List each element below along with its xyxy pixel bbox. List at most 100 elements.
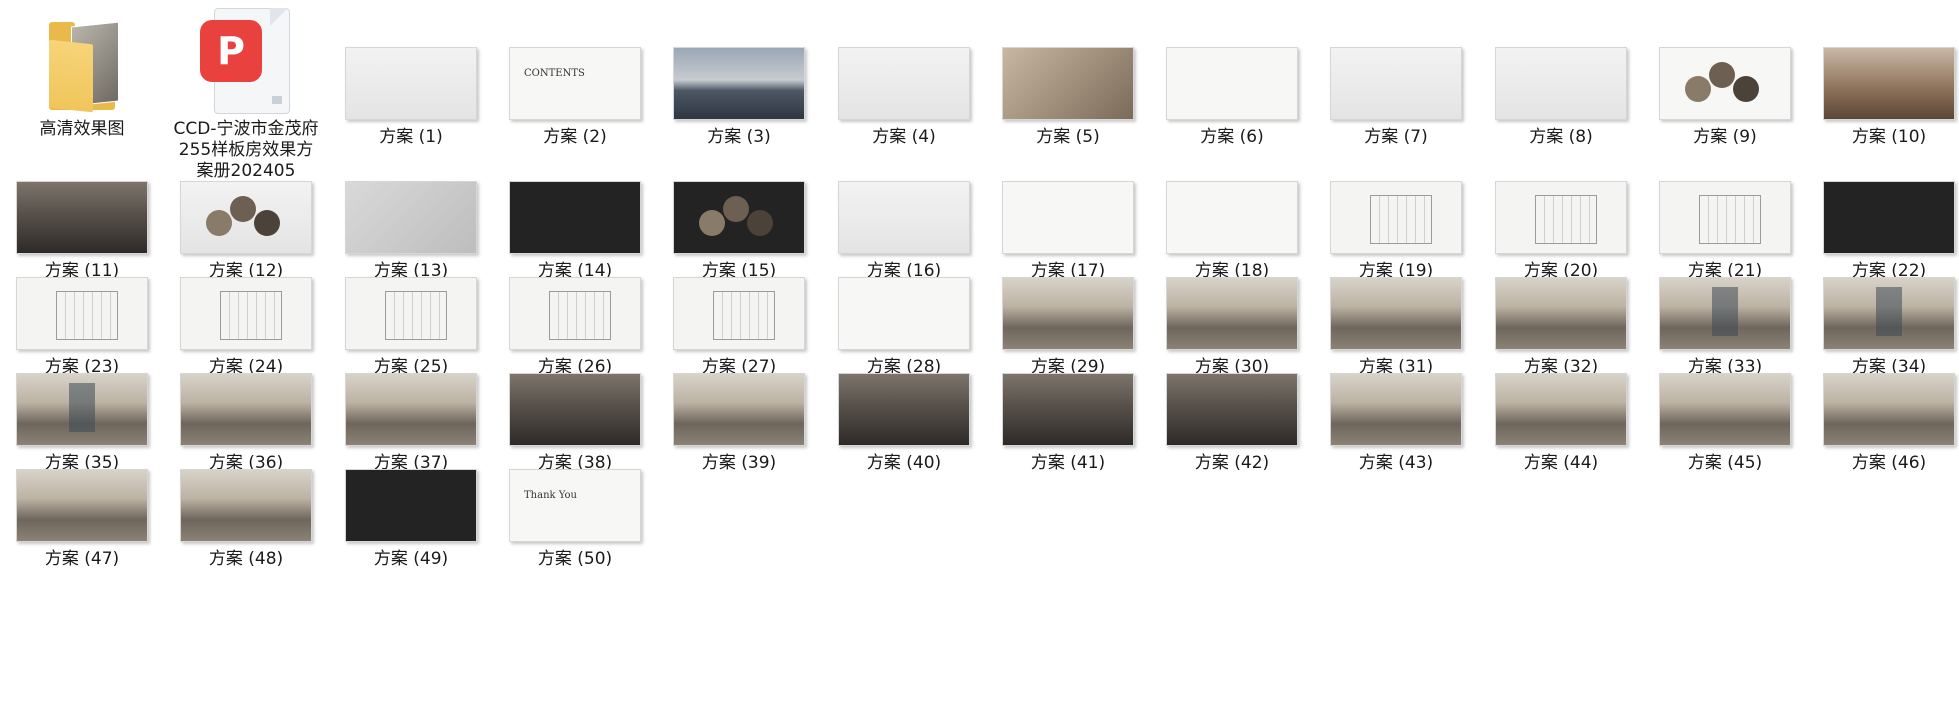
pdf-badge: P bbox=[200, 20, 262, 82]
file-label: 高清效果图 bbox=[39, 119, 125, 139]
file-label: 方案 (3) bbox=[707, 127, 771, 147]
file-item[interactable]: 方案 (1) bbox=[329, 24, 493, 148]
file-label: 方案 (41) bbox=[1030, 453, 1106, 473]
file-item[interactable]: 方案 (47) bbox=[0, 446, 164, 570]
file-item[interactable]: 方案 (44) bbox=[1479, 350, 1643, 474]
file-thumbnail bbox=[180, 181, 312, 254]
file-thumbnail bbox=[16, 469, 148, 542]
file-thumbnail bbox=[345, 47, 477, 120]
file-thumbnail bbox=[1330, 181, 1462, 254]
file-thumbnail bbox=[1659, 373, 1791, 446]
file-thumbnail bbox=[1659, 181, 1791, 254]
file-item[interactable]: 方案 (39) bbox=[657, 350, 821, 474]
file-item[interactable]: 方案 (48) bbox=[164, 446, 328, 570]
file-item[interactable]: 方案 (45) bbox=[1643, 350, 1807, 474]
file-thumbnail bbox=[1166, 277, 1298, 350]
file-label: 方案 (9) bbox=[1693, 127, 1757, 147]
file-thumbnail bbox=[16, 277, 148, 350]
file-thumbnail bbox=[1495, 181, 1627, 254]
file-item[interactable]: 方案 (6) bbox=[1150, 24, 1314, 148]
file-item[interactable]: 方案 (50) bbox=[493, 446, 657, 570]
file-label: 方案 (2) bbox=[543, 127, 607, 147]
folder-item[interactable]: 高清效果图 bbox=[0, 8, 164, 140]
file-item[interactable]: 方案 (42) bbox=[1150, 350, 1314, 474]
file-label: 方案 (39) bbox=[701, 453, 777, 473]
file-thumbnail bbox=[345, 181, 477, 254]
file-thumbnail bbox=[838, 47, 970, 120]
file-thumbnail bbox=[1823, 277, 1955, 350]
file-item[interactable]: 方案 (3) bbox=[657, 24, 821, 148]
file-label: 方案 (4) bbox=[872, 127, 936, 147]
file-item[interactable]: 方案 (43) bbox=[1314, 350, 1478, 474]
file-label: 方案 (50) bbox=[537, 549, 613, 569]
file-thumbnail bbox=[1495, 47, 1627, 120]
file-label: 方案 (43) bbox=[1358, 453, 1434, 473]
file-label: 方案 (1) bbox=[379, 127, 443, 147]
file-item[interactable]: 方案 (8) bbox=[1479, 24, 1643, 148]
file-label: 方案 (47) bbox=[44, 549, 120, 569]
file-item[interactable]: 方案 (40) bbox=[822, 350, 986, 474]
file-thumbnail bbox=[1002, 277, 1134, 350]
file-thumbnail bbox=[838, 181, 970, 254]
file-label: 方案 (49) bbox=[373, 549, 449, 569]
file-item[interactable]: 方案 (10) bbox=[1807, 24, 1959, 148]
file-thumbnail bbox=[509, 181, 641, 254]
file-thumbnail bbox=[673, 373, 805, 446]
file-label: 方案 (46) bbox=[1851, 453, 1927, 473]
file-label: 方案 (10) bbox=[1851, 127, 1927, 147]
file-item[interactable]: 方案 (5) bbox=[986, 24, 1150, 148]
file-thumbnail bbox=[180, 469, 312, 542]
file-thumbnail bbox=[1166, 47, 1298, 120]
file-thumbnail bbox=[1330, 373, 1462, 446]
file-label: 方案 (6) bbox=[1200, 127, 1264, 147]
file-thumbnail bbox=[673, 47, 805, 120]
file-item[interactable]: 方案 (49) bbox=[329, 446, 493, 570]
pdf-file-item[interactable]: P CCD-宁波市金茂府255样板房效果方案册202405 bbox=[164, 8, 328, 182]
file-thumbnail bbox=[1495, 373, 1627, 446]
file-item[interactable]: 方案 (7) bbox=[1314, 24, 1478, 148]
file-thumbnail bbox=[1495, 277, 1627, 350]
file-item[interactable]: 方案 (4) bbox=[822, 24, 986, 148]
file-label: 方案 (44) bbox=[1523, 453, 1599, 473]
file-label: 方案 (7) bbox=[1364, 127, 1428, 147]
file-item[interactable]: 方案 (46) bbox=[1807, 350, 1959, 474]
file-label: 方案 (48) bbox=[208, 549, 284, 569]
file-thumbnail bbox=[345, 373, 477, 446]
file-thumbnail bbox=[838, 373, 970, 446]
file-thumbnail bbox=[16, 181, 148, 254]
file-thumbnail bbox=[1823, 47, 1955, 120]
file-thumbnail bbox=[509, 47, 641, 120]
file-thumbnail bbox=[1659, 277, 1791, 350]
file-thumbnail bbox=[1166, 373, 1298, 446]
file-label: 方案 (8) bbox=[1529, 127, 1593, 147]
file-thumbnail bbox=[673, 181, 805, 254]
file-thumbnail bbox=[180, 277, 312, 350]
file-thumbnail bbox=[509, 277, 641, 350]
file-thumbnail bbox=[1330, 277, 1462, 350]
file-thumbnail bbox=[1166, 181, 1298, 254]
file-thumbnail bbox=[509, 373, 641, 446]
file-label: 方案 (40) bbox=[866, 453, 942, 473]
file-item[interactable]: 方案 (41) bbox=[986, 350, 1150, 474]
file-thumbnail bbox=[1002, 373, 1134, 446]
file-thumbnail bbox=[838, 277, 970, 350]
file-label: 方案 (5) bbox=[1036, 127, 1100, 147]
file-thumbnail bbox=[673, 277, 805, 350]
file-label: 方案 (42) bbox=[1194, 453, 1270, 473]
file-item[interactable]: 方案 (2) bbox=[493, 24, 657, 148]
file-explorer-view: 高清效果图 P CCD-宁波市金茂府255样板房效果方案册202405 方案 (… bbox=[0, 0, 1959, 703]
file-thumbnail bbox=[345, 277, 477, 350]
file-label: 方案 (45) bbox=[1687, 453, 1763, 473]
file-thumbnail bbox=[180, 373, 312, 446]
file-thumbnail bbox=[1823, 181, 1955, 254]
pdf-file-icon: P bbox=[200, 8, 292, 114]
file-thumbnail bbox=[1330, 47, 1462, 120]
file-item[interactable]: 方案 (9) bbox=[1643, 24, 1807, 148]
file-thumbnail bbox=[1002, 181, 1134, 254]
file-thumbnail bbox=[1659, 47, 1791, 120]
file-thumbnail bbox=[1002, 47, 1134, 120]
file-thumbnail bbox=[509, 469, 641, 542]
file-thumbnail bbox=[16, 373, 148, 446]
folder-icon bbox=[45, 20, 119, 113]
file-thumbnail bbox=[1823, 373, 1955, 446]
